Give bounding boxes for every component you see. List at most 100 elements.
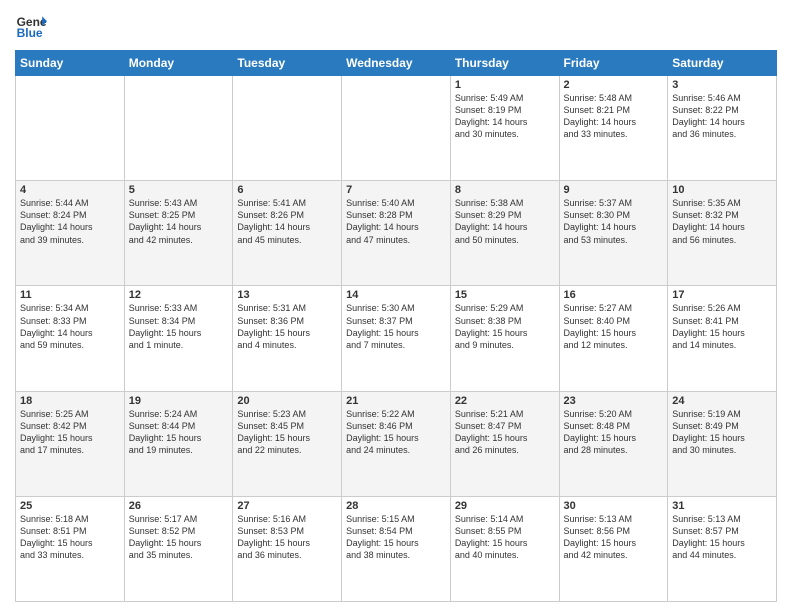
calendar-cell: 26Sunrise: 5:17 AM Sunset: 8:52 PM Dayli… <box>124 496 233 601</box>
calendar-cell: 12Sunrise: 5:33 AM Sunset: 8:34 PM Dayli… <box>124 286 233 391</box>
day-number: 21 <box>346 395 446 407</box>
day-info: Sunrise: 5:40 AM Sunset: 8:28 PM Dayligh… <box>346 197 446 246</box>
day-info: Sunrise: 5:29 AM Sunset: 8:38 PM Dayligh… <box>455 302 555 351</box>
day-info: Sunrise: 5:27 AM Sunset: 8:40 PM Dayligh… <box>564 302 664 351</box>
day-number: 20 <box>237 395 337 407</box>
day-info: Sunrise: 5:21 AM Sunset: 8:47 PM Dayligh… <box>455 408 555 457</box>
day-number: 29 <box>455 500 555 512</box>
day-info: Sunrise: 5:34 AM Sunset: 8:33 PM Dayligh… <box>20 302 120 351</box>
calendar-cell: 15Sunrise: 5:29 AM Sunset: 8:38 PM Dayli… <box>450 286 559 391</box>
calendar-cell: 24Sunrise: 5:19 AM Sunset: 8:49 PM Dayli… <box>668 391 777 496</box>
day-number: 26 <box>129 500 229 512</box>
day-number: 10 <box>672 184 772 196</box>
day-number: 14 <box>346 289 446 301</box>
day-info: Sunrise: 5:49 AM Sunset: 8:19 PM Dayligh… <box>455 92 555 141</box>
day-info: Sunrise: 5:13 AM Sunset: 8:57 PM Dayligh… <box>672 513 772 562</box>
calendar-table: SundayMondayTuesdayWednesdayThursdayFrid… <box>15 50 777 602</box>
week-row-3: 18Sunrise: 5:25 AM Sunset: 8:42 PM Dayli… <box>16 391 777 496</box>
day-number: 27 <box>237 500 337 512</box>
weekday-header-tuesday: Tuesday <box>233 51 342 76</box>
day-info: Sunrise: 5:16 AM Sunset: 8:53 PM Dayligh… <box>237 513 337 562</box>
calendar-cell: 21Sunrise: 5:22 AM Sunset: 8:46 PM Dayli… <box>342 391 451 496</box>
calendar-cell: 7Sunrise: 5:40 AM Sunset: 8:28 PM Daylig… <box>342 181 451 286</box>
calendar-cell: 10Sunrise: 5:35 AM Sunset: 8:32 PM Dayli… <box>668 181 777 286</box>
week-row-4: 25Sunrise: 5:18 AM Sunset: 8:51 PM Dayli… <box>16 496 777 601</box>
calendar-cell: 4Sunrise: 5:44 AM Sunset: 8:24 PM Daylig… <box>16 181 125 286</box>
day-info: Sunrise: 5:14 AM Sunset: 8:55 PM Dayligh… <box>455 513 555 562</box>
calendar-cell: 8Sunrise: 5:38 AM Sunset: 8:29 PM Daylig… <box>450 181 559 286</box>
calendar-cell: 30Sunrise: 5:13 AM Sunset: 8:56 PM Dayli… <box>559 496 668 601</box>
weekday-header-sunday: Sunday <box>16 51 125 76</box>
day-info: Sunrise: 5:15 AM Sunset: 8:54 PM Dayligh… <box>346 513 446 562</box>
day-number: 12 <box>129 289 229 301</box>
day-number: 25 <box>20 500 120 512</box>
weekday-header-friday: Friday <box>559 51 668 76</box>
day-number: 28 <box>346 500 446 512</box>
day-info: Sunrise: 5:17 AM Sunset: 8:52 PM Dayligh… <box>129 513 229 562</box>
calendar-cell: 16Sunrise: 5:27 AM Sunset: 8:40 PM Dayli… <box>559 286 668 391</box>
week-row-1: 4Sunrise: 5:44 AM Sunset: 8:24 PM Daylig… <box>16 181 777 286</box>
day-number: 19 <box>129 395 229 407</box>
week-row-2: 11Sunrise: 5:34 AM Sunset: 8:33 PM Dayli… <box>16 286 777 391</box>
day-number: 5 <box>129 184 229 196</box>
day-number: 8 <box>455 184 555 196</box>
day-number: 16 <box>564 289 664 301</box>
calendar-cell: 6Sunrise: 5:41 AM Sunset: 8:26 PM Daylig… <box>233 181 342 286</box>
day-info: Sunrise: 5:38 AM Sunset: 8:29 PM Dayligh… <box>455 197 555 246</box>
day-number: 3 <box>672 79 772 91</box>
calendar-cell: 27Sunrise: 5:16 AM Sunset: 8:53 PM Dayli… <box>233 496 342 601</box>
day-info: Sunrise: 5:13 AM Sunset: 8:56 PM Dayligh… <box>564 513 664 562</box>
day-info: Sunrise: 5:41 AM Sunset: 8:26 PM Dayligh… <box>237 197 337 246</box>
day-info: Sunrise: 5:24 AM Sunset: 8:44 PM Dayligh… <box>129 408 229 457</box>
calendar-cell: 29Sunrise: 5:14 AM Sunset: 8:55 PM Dayli… <box>450 496 559 601</box>
day-info: Sunrise: 5:44 AM Sunset: 8:24 PM Dayligh… <box>20 197 120 246</box>
day-number: 31 <box>672 500 772 512</box>
calendar-cell: 9Sunrise: 5:37 AM Sunset: 8:30 PM Daylig… <box>559 181 668 286</box>
day-number: 13 <box>237 289 337 301</box>
day-number: 6 <box>237 184 337 196</box>
calendar-cell: 25Sunrise: 5:18 AM Sunset: 8:51 PM Dayli… <box>16 496 125 601</box>
calendar-cell: 11Sunrise: 5:34 AM Sunset: 8:33 PM Dayli… <box>16 286 125 391</box>
day-number: 2 <box>564 79 664 91</box>
week-row-0: 1Sunrise: 5:49 AM Sunset: 8:19 PM Daylig… <box>16 76 777 181</box>
day-info: Sunrise: 5:43 AM Sunset: 8:25 PM Dayligh… <box>129 197 229 246</box>
calendar-cell <box>124 76 233 181</box>
day-info: Sunrise: 5:25 AM Sunset: 8:42 PM Dayligh… <box>20 408 120 457</box>
calendar-cell: 2Sunrise: 5:48 AM Sunset: 8:21 PM Daylig… <box>559 76 668 181</box>
day-info: Sunrise: 5:18 AM Sunset: 8:51 PM Dayligh… <box>20 513 120 562</box>
calendar-cell: 17Sunrise: 5:26 AM Sunset: 8:41 PM Dayli… <box>668 286 777 391</box>
page: General Blue SundayMondayTuesdayWednesda… <box>0 0 792 612</box>
day-info: Sunrise: 5:23 AM Sunset: 8:45 PM Dayligh… <box>237 408 337 457</box>
calendar-cell: 19Sunrise: 5:24 AM Sunset: 8:44 PM Dayli… <box>124 391 233 496</box>
calendar-cell: 18Sunrise: 5:25 AM Sunset: 8:42 PM Dayli… <box>16 391 125 496</box>
header: General Blue <box>15 10 777 42</box>
calendar-cell: 14Sunrise: 5:30 AM Sunset: 8:37 PM Dayli… <box>342 286 451 391</box>
weekday-header-wednesday: Wednesday <box>342 51 451 76</box>
calendar-cell: 28Sunrise: 5:15 AM Sunset: 8:54 PM Dayli… <box>342 496 451 601</box>
day-info: Sunrise: 5:30 AM Sunset: 8:37 PM Dayligh… <box>346 302 446 351</box>
day-info: Sunrise: 5:48 AM Sunset: 8:21 PM Dayligh… <box>564 92 664 141</box>
day-info: Sunrise: 5:22 AM Sunset: 8:46 PM Dayligh… <box>346 408 446 457</box>
calendar-cell <box>16 76 125 181</box>
day-info: Sunrise: 5:35 AM Sunset: 8:32 PM Dayligh… <box>672 197 772 246</box>
day-number: 24 <box>672 395 772 407</box>
day-number: 17 <box>672 289 772 301</box>
calendar-cell <box>233 76 342 181</box>
day-number: 9 <box>564 184 664 196</box>
logo: General Blue <box>15 10 47 42</box>
weekday-header-thursday: Thursday <box>450 51 559 76</box>
day-number: 18 <box>20 395 120 407</box>
day-number: 23 <box>564 395 664 407</box>
day-number: 11 <box>20 289 120 301</box>
day-info: Sunrise: 5:46 AM Sunset: 8:22 PM Dayligh… <box>672 92 772 141</box>
day-info: Sunrise: 5:33 AM Sunset: 8:34 PM Dayligh… <box>129 302 229 351</box>
calendar-cell: 23Sunrise: 5:20 AM Sunset: 8:48 PM Dayli… <box>559 391 668 496</box>
calendar-cell: 13Sunrise: 5:31 AM Sunset: 8:36 PM Dayli… <box>233 286 342 391</box>
calendar-cell <box>342 76 451 181</box>
day-info: Sunrise: 5:20 AM Sunset: 8:48 PM Dayligh… <box>564 408 664 457</box>
calendar-cell: 31Sunrise: 5:13 AM Sunset: 8:57 PM Dayli… <box>668 496 777 601</box>
day-info: Sunrise: 5:37 AM Sunset: 8:30 PM Dayligh… <box>564 197 664 246</box>
calendar-cell: 20Sunrise: 5:23 AM Sunset: 8:45 PM Dayli… <box>233 391 342 496</box>
weekday-header-saturday: Saturday <box>668 51 777 76</box>
day-number: 7 <box>346 184 446 196</box>
